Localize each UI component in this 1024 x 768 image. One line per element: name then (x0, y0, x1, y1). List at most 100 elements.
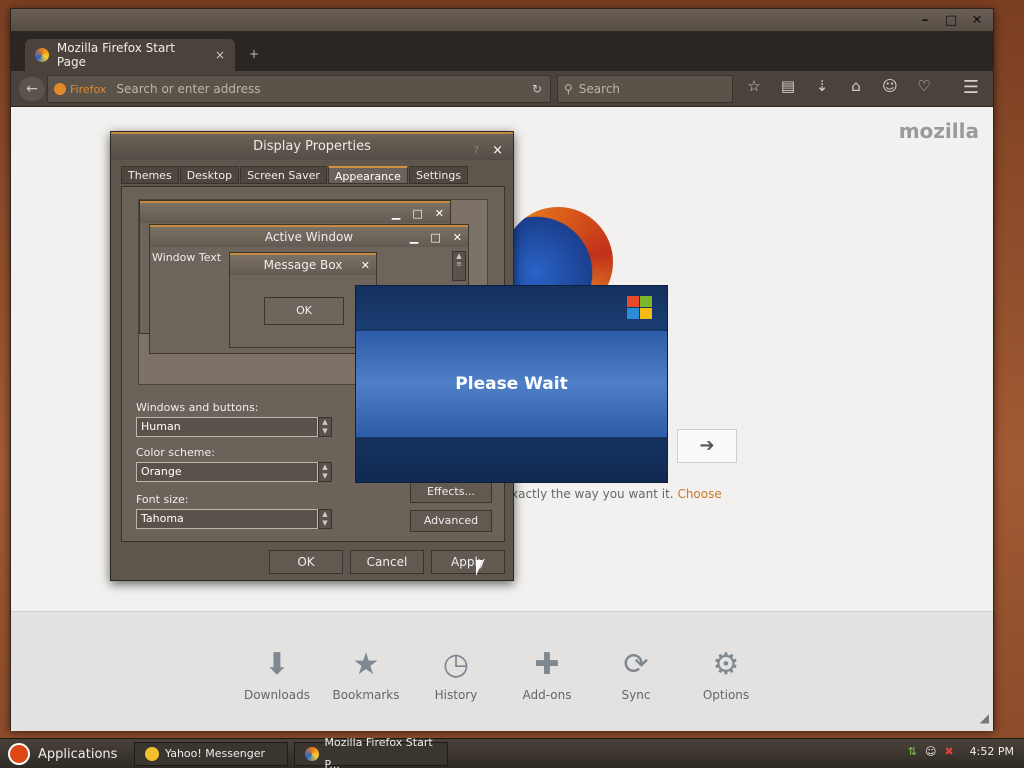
maximize-icon: □ (430, 231, 441, 244)
launcher-downloads[interactable]: ⬇ Downloads (237, 647, 317, 703)
launcher-options[interactable]: ⚙ Options (686, 647, 766, 703)
sync-icon: ⟳ (623, 647, 649, 682)
dialog-title: Display Properties (253, 139, 371, 154)
maximize-icon[interactable]: □ (943, 13, 959, 28)
help-button[interactable]: ? (473, 138, 479, 164)
alert-icon[interactable]: ✖ (944, 745, 953, 758)
please-wait-dialog: Please Wait (355, 285, 668, 483)
tab-themes[interactable]: Themes (121, 166, 179, 184)
yahoo-messenger-icon (145, 747, 159, 761)
search-icon: ⚲ (564, 82, 573, 96)
tab-close-icon[interactable]: × (215, 48, 225, 62)
gear-icon: ⚙ (712, 647, 740, 682)
tab-start-page[interactable]: Mozilla Firefox Start Page × (25, 39, 235, 71)
clock[interactable]: 4:52 PM (970, 745, 1014, 758)
puzzle-icon: ✚ (534, 647, 560, 682)
chat-icon[interactable]: ☺ (879, 77, 901, 95)
pocket-icon[interactable]: ♡ (913, 77, 935, 95)
ubuntu-logo-icon (8, 743, 30, 765)
spinner-icon[interactable]: ▲ ▼ (318, 509, 332, 529)
windows-buttons-select[interactable]: Human (136, 417, 318, 437)
minimize-icon[interactable]: – (917, 13, 933, 28)
snippet: xactly the way you want it. Choose (511, 487, 722, 501)
launcher-addons[interactable]: ✚ Add-ons (507, 647, 587, 703)
font-size-select[interactable]: Tahoma (136, 509, 318, 529)
task-firefox[interactable]: Mozilla Firefox Start P... (294, 736, 448, 768)
cancel-button[interactable]: Cancel (350, 550, 424, 574)
color-scheme-select[interactable]: Orange (136, 462, 318, 482)
reload-icon[interactable]: ↻ (532, 82, 542, 96)
window-controls-preview: ▁ □ ✕ (410, 228, 462, 248)
dialog-close-button[interactable]: × (492, 138, 503, 164)
close-icon[interactable]: ✕ (969, 13, 985, 28)
windows-logo-icon (625, 294, 653, 320)
firefox-icon (54, 83, 66, 95)
launcher-sync[interactable]: ⟳ Sync (596, 647, 676, 703)
window-text: Window Text (152, 251, 222, 264)
close-icon: ✕ (452, 231, 462, 244)
applications-menu[interactable]: Applications (8, 743, 117, 765)
menu-icon[interactable]: ☰ (963, 77, 979, 98)
mozilla-logo: mozilla (898, 119, 979, 143)
clock-icon: ◷ (442, 647, 470, 682)
advanced-button[interactable]: Advanced (410, 510, 492, 532)
ok-button[interactable]: OK (269, 550, 343, 574)
network-icon[interactable]: ⇅ (908, 745, 917, 758)
active-window-titlebar: Active Window ▁ □ ✕ (150, 225, 468, 247)
message-box-titlebar: Message Box ✕ (230, 253, 376, 275)
tab-desktop[interactable]: Desktop (179, 166, 240, 184)
scrollbar-preview: ▲ ≡ (452, 251, 466, 281)
resize-grip-icon[interactable]: ◢ (980, 711, 989, 725)
task-yahoo-messenger[interactable]: Yahoo! Messenger (134, 742, 288, 766)
launcher-history[interactable]: ◷ History (416, 647, 496, 703)
color-scheme-label: Color scheme: (136, 446, 215, 459)
window-controls-preview: ✕ (361, 256, 370, 276)
tab-settings[interactable]: Settings (408, 166, 469, 184)
snippet-link[interactable]: Choose (677, 487, 721, 501)
tab-appearance[interactable]: Appearance (327, 166, 408, 184)
spinner-icon[interactable]: ▲ ▼ (318, 417, 332, 437)
spinner-icon[interactable]: ▲ ▼ (318, 462, 332, 482)
url-bar[interactable]: Firefox Search or enter address ↻ (47, 75, 551, 103)
firefox-icon (305, 747, 319, 761)
search-placeholder: Search (578, 82, 621, 96)
mouse-cursor-icon (476, 560, 483, 576)
task-label: Yahoo! Messenger (165, 747, 266, 760)
tab-strip: Mozilla Firefox Start Page × + (11, 31, 993, 71)
download-icon[interactable]: ⇣ (811, 77, 833, 95)
apply-button[interactable]: Apply (431, 550, 505, 574)
messenger-status-icon[interactable]: ☺ (925, 745, 936, 758)
reading-list-icon[interactable]: ▤ (777, 77, 799, 95)
font-size-label: Font size: (136, 493, 189, 506)
firefox-icon (35, 48, 49, 62)
applications-label: Applications (38, 746, 118, 762)
launcher-label: Bookmarks (332, 688, 400, 702)
tab-screen-saver[interactable]: Screen Saver (240, 166, 327, 184)
minimize-icon: ▁ (409, 231, 419, 244)
download-icon: ⬇ (264, 647, 290, 682)
inactive-window-titlebar: ▁ □ ✕ (140, 201, 450, 223)
launcher-label: Sync (621, 688, 651, 702)
dialog-titlebar[interactable]: Display Properties ? × (111, 132, 513, 160)
back-icon[interactable]: ← (19, 77, 45, 101)
please-wait-text: Please Wait (455, 374, 568, 394)
window-controls-preview: ▁ □ ✕ (392, 204, 444, 224)
preview-ok-button: OK (264, 297, 344, 325)
search-go-button[interactable]: ➔ (677, 429, 737, 463)
new-tab-button[interactable]: + (249, 47, 259, 61)
launcher-label: History (434, 688, 478, 702)
minimize-icon: ▁ (391, 207, 401, 220)
system-tray: ⇅ ☺ ✖ 4:52 PM (908, 745, 1014, 758)
toolbar-icons: ☆ ▤ ⇣ ⌂ ☺ ♡ (743, 77, 935, 95)
taskbar: Applications Yahoo! Messenger Mozilla Fi… (0, 736, 1024, 768)
bookmark-star-icon[interactable]: ☆ (743, 77, 765, 95)
close-icon: ✕ (434, 207, 444, 220)
launcher-label: Options (702, 688, 750, 702)
maximize-icon: □ (412, 207, 423, 220)
launcher-bookmarks[interactable]: ★ Bookmarks (326, 648, 406, 703)
search-bar[interactable]: ⚲ Search (557, 75, 733, 103)
launcher-label: Add-ons (522, 688, 572, 702)
home-icon[interactable]: ⌂ (845, 77, 867, 95)
effects-button[interactable]: Effects... (410, 481, 492, 503)
identity-label: Firefox (70, 82, 107, 96)
